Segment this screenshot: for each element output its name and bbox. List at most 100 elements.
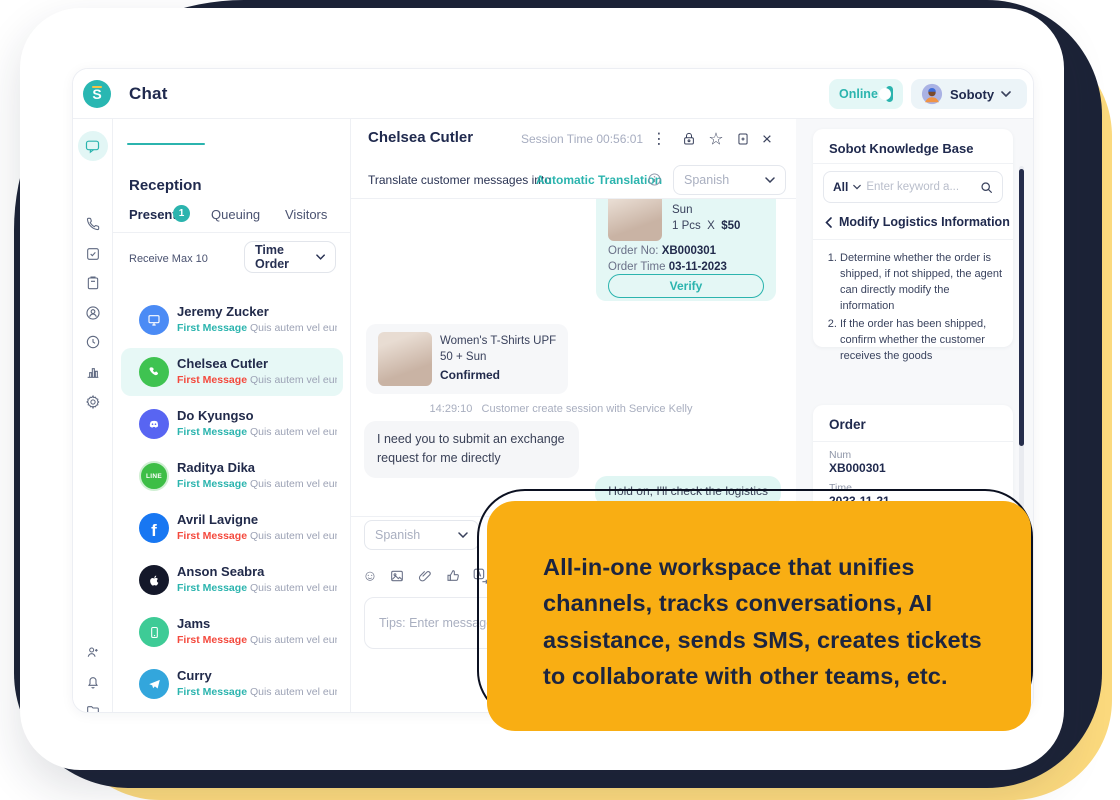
- knowledge-article-title: Modify Logistics Information: [839, 215, 1010, 229]
- sort-order-value: Time Order: [255, 243, 316, 271]
- avatar: [921, 83, 943, 105]
- attachment-paperclip-icon[interactable]: [417, 568, 433, 584]
- contact-row-avril-lavigne[interactable]: f Avril Lavigne First Message Quis autem…: [121, 504, 343, 552]
- nav-chat-icon[interactable]: [78, 131, 108, 161]
- message-list[interactable]: Sun 1 Pcs X $50 Order No: XB000301 Order…: [351, 199, 796, 516]
- online-status-pill: Online: [829, 79, 903, 109]
- knowledge-step: Determine whether the order is shipped, …: [840, 251, 1003, 315]
- nav-customers-icon[interactable]: [84, 305, 101, 322]
- message-preview: Quis autem vel eum iu...: [250, 582, 337, 594]
- chevron-down-icon: [765, 177, 775, 183]
- nav-rail: [73, 119, 113, 713]
- sobot-logo: S: [83, 80, 111, 108]
- thumbs-up-icon[interactable]: [445, 568, 461, 584]
- chat-contact-name: Chelsea Cutler: [368, 129, 473, 146]
- line-channel-icon: LINE: [139, 461, 169, 491]
- nav-history-icon[interactable]: [85, 334, 101, 350]
- chevron-down-icon: [458, 532, 468, 538]
- export-note-icon[interactable]: [736, 132, 751, 147]
- nav-settings-gear-icon[interactable]: [84, 394, 101, 411]
- verify-button[interactable]: Verify: [608, 274, 764, 298]
- nav-notifications-bell-icon[interactable]: [85, 674, 101, 690]
- more-options-icon[interactable]: ⋮: [652, 132, 667, 147]
- order-panel-title: Order: [829, 417, 866, 432]
- contact-row-do-kyungso[interactable]: Do Kyungso First Message Quis autem vel …: [121, 400, 343, 448]
- discord-channel-icon: [139, 409, 169, 439]
- nav-analytics-icon[interactable]: [85, 364, 101, 380]
- first-message-label: First Message: [177, 686, 247, 698]
- composer-language-value: Spanish: [375, 528, 420, 542]
- scrollbar-thumb[interactable]: [1019, 169, 1024, 446]
- contact-name: Avril Lavigne: [177, 512, 258, 527]
- nav-calls-icon[interactable]: [85, 216, 101, 232]
- search-icon[interactable]: [980, 181, 993, 194]
- product-qty: 1 Pcs X $50: [672, 220, 740, 232]
- contact-row-anson-seabra[interactable]: Anson Seabra First Message Quis autem ve…: [121, 556, 343, 604]
- contact-row-raditya-dika[interactable]: LINE Raditya Dika First Message Quis aut…: [121, 452, 343, 500]
- first-message-label: First Message: [177, 322, 247, 334]
- active-tab-underline: [127, 143, 205, 145]
- knowledge-base-card: Sobot Knowledge Base All Modify Logistic…: [813, 129, 1013, 347]
- tab-present[interactable]: Present: [129, 207, 177, 222]
- facebook-channel-icon: f: [139, 513, 169, 543]
- telegram-channel-icon: [139, 669, 169, 699]
- nav-tickets-icon[interactable]: [85, 275, 101, 291]
- online-label: Online: [839, 87, 878, 101]
- first-message-label: First Message: [177, 582, 247, 594]
- message-preview: Quis autem vel eum iu...: [250, 426, 337, 438]
- user-menu[interactable]: Soboty: [911, 79, 1027, 109]
- reception-title: Reception: [129, 177, 202, 194]
- contact-row-chelsea-cutler[interactable]: Chelsea Cutler First Message Quis autem …: [121, 348, 343, 396]
- message-preview: Quis autem vel eum iu...: [250, 634, 337, 646]
- page: S Chat Online Soboty: [0, 0, 1120, 800]
- user-name: Soboty: [950, 87, 994, 102]
- divider: [813, 163, 1013, 164]
- app-header: S Chat Online Soboty: [73, 69, 1034, 119]
- emoji-icon[interactable]: ☺: [362, 568, 377, 585]
- order-num-value: XB000301: [829, 461, 886, 475]
- first-message-label: First Message: [177, 426, 247, 438]
- contact-row-jams[interactable]: Jams First Message Quis autem vel eum iu…: [121, 608, 343, 656]
- message-preview: Quis autem vel eum iu...: [250, 374, 337, 386]
- sort-order-select[interactable]: Time Order: [244, 241, 336, 273]
- knowledge-search-input[interactable]: [866, 181, 975, 193]
- order-no-row: Order No: XB000301: [608, 245, 716, 257]
- search-filter-value[interactable]: All: [833, 180, 848, 194]
- knowledge-article-row[interactable]: Modify Logistics Information: [825, 215, 1010, 229]
- tab-visitors[interactable]: Visitors: [285, 207, 327, 222]
- star-icon[interactable]: ☆: [708, 131, 723, 148]
- image-icon[interactable]: [389, 568, 405, 584]
- product-message-card: Women's T-Shirts UPF 50 + Sun Confirmed: [366, 324, 568, 394]
- nav-files-folder-icon[interactable]: [85, 703, 101, 713]
- nav-agent-icon[interactable]: [85, 644, 101, 660]
- session-time: Session Time 00:56:01: [521, 132, 643, 146]
- first-message-label: First Message: [177, 478, 247, 490]
- contact-row-jeremy-zucker[interactable]: Jeremy Zucker First Message Quis autem v…: [121, 296, 343, 344]
- contact-name: Anson Seabra: [177, 564, 264, 579]
- lock-icon[interactable]: [682, 132, 697, 147]
- page-title: Chat: [129, 84, 168, 104]
- close-icon[interactable]: ×: [762, 131, 772, 148]
- nav-tasks-icon[interactable]: [85, 246, 101, 262]
- info-icon[interactable]: [648, 173, 661, 186]
- contact-name: Curry: [177, 668, 212, 683]
- product-image: [608, 199, 662, 241]
- apple-channel-icon: [139, 565, 169, 595]
- translate-prefix: Translate customer messages into: [368, 173, 551, 187]
- translate-language-select[interactable]: Spanish: [673, 165, 786, 195]
- contact-name: Jams: [177, 616, 210, 631]
- order-verification-card: Sun 1 Pcs X $50 Order No: XB000301 Order…: [596, 199, 776, 301]
- whatsapp-channel-icon: [139, 357, 169, 387]
- product-image: [378, 332, 432, 386]
- tab-queuing[interactable]: Queuing: [211, 207, 260, 222]
- contact-row-curry[interactable]: Curry First Message Quis autem vel eum i…: [121, 660, 343, 708]
- first-message-label: First Message: [177, 634, 247, 646]
- divider: [813, 441, 1013, 442]
- translate-mode-link[interactable]: Automatic Translation: [536, 173, 662, 187]
- chevron-down-icon: [1001, 91, 1011, 97]
- knowledge-search-box: All: [823, 171, 1003, 203]
- mobile-app-channel-icon: [139, 617, 169, 647]
- contact-name: Jeremy Zucker: [177, 304, 269, 319]
- online-toggle[interactable]: [886, 86, 893, 102]
- composer-language-select[interactable]: Spanish: [364, 520, 479, 550]
